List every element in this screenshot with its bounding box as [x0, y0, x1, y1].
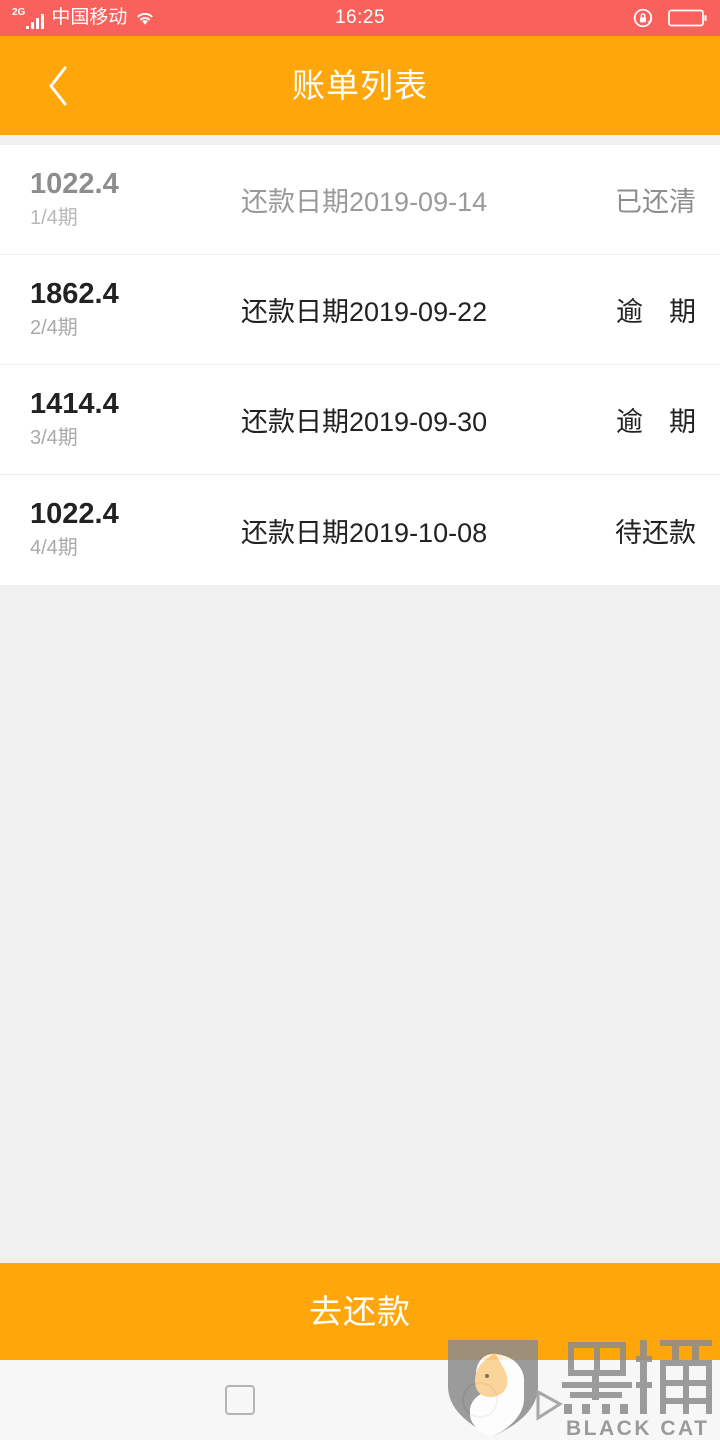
status-char-first: 逾 [616, 297, 643, 327]
status-bar-right [632, 0, 708, 36]
page-title: 账单列表 [292, 67, 428, 104]
status-char-first: 逾 [616, 407, 643, 437]
status-char-second: 期 [669, 297, 696, 327]
bill-term: 2/4期 [30, 316, 78, 339]
bill-amount: 1022.4 [30, 498, 119, 530]
status-badge: 逾期 [535, 400, 720, 439]
back-button[interactable] [26, 54, 90, 118]
bill-amount-cell: 1022.4 4/4期 [0, 497, 226, 563]
bill-amount: 1414.4 [30, 387, 119, 420]
bill-amount-cell: 1862.4 2/4期 [0, 277, 226, 343]
chevron-left-icon [45, 64, 71, 108]
bill-due-date: 还款日期2019-10-08 [241, 517, 488, 548]
go-to-repay-button[interactable]: 去还款 [0, 1263, 720, 1360]
status-badge: 逾期 [535, 290, 720, 329]
bill-amount: 1862.4 [30, 277, 119, 310]
bill-term: 3/4期 [30, 426, 78, 449]
circle-home-icon [462, 1382, 498, 1418]
empty-list-area [0, 585, 720, 1263]
bill-amount-cell: 1022.4 1/4期 [0, 167, 226, 233]
bill-term: 1/4期 [30, 206, 78, 229]
phone-screen: 2G 中国移动 16:25 账单列表 1022.4 1/4期 还款日期2019-… [0, 0, 720, 1440]
rotation-lock-icon [632, 6, 656, 30]
status-char-second: 期 [669, 407, 696, 437]
app-header: 账单列表 [0, 36, 720, 135]
table-row[interactable]: 1414.4 3/4期 还款日期2019-09-30 逾期 [0, 365, 720, 475]
nav-home-button[interactable] [360, 1360, 600, 1440]
table-row[interactable]: 1022.4 1/4期 还款日期2019-09-14 已还清 [0, 145, 720, 255]
bill-list: 1022.4 1/4期 还款日期2019-09-14 已还清 1862.4 2/… [0, 145, 720, 585]
status-badge: 待还款 [615, 517, 696, 548]
bill-due-date: 还款日期2019-09-30 [241, 407, 488, 437]
status-badge: 已还清 [615, 187, 696, 217]
android-nav-bar [0, 1360, 720, 1440]
bill-due-date: 还款日期2019-09-22 [241, 297, 488, 327]
status-bar: 2G 中国移动 16:25 [0, 0, 720, 36]
nav-recents-button[interactable] [120, 1360, 360, 1440]
status-bar-clock: 16:25 [334, 7, 386, 28]
table-row[interactable]: 1862.4 2/4期 还款日期2019-09-22 逾期 [0, 255, 720, 365]
square-recents-icon [225, 1385, 255, 1415]
table-row[interactable]: 1022.4 4/4期 还款日期2019-10-08 待还款 [0, 475, 720, 585]
bill-term: 4/4期 [30, 537, 78, 559]
bill-due-date: 还款日期2019-09-14 [241, 187, 488, 217]
battery-icon [668, 7, 708, 29]
bill-amount: 1022.4 [30, 167, 119, 200]
bill-amount-cell: 1414.4 3/4期 [0, 387, 226, 453]
